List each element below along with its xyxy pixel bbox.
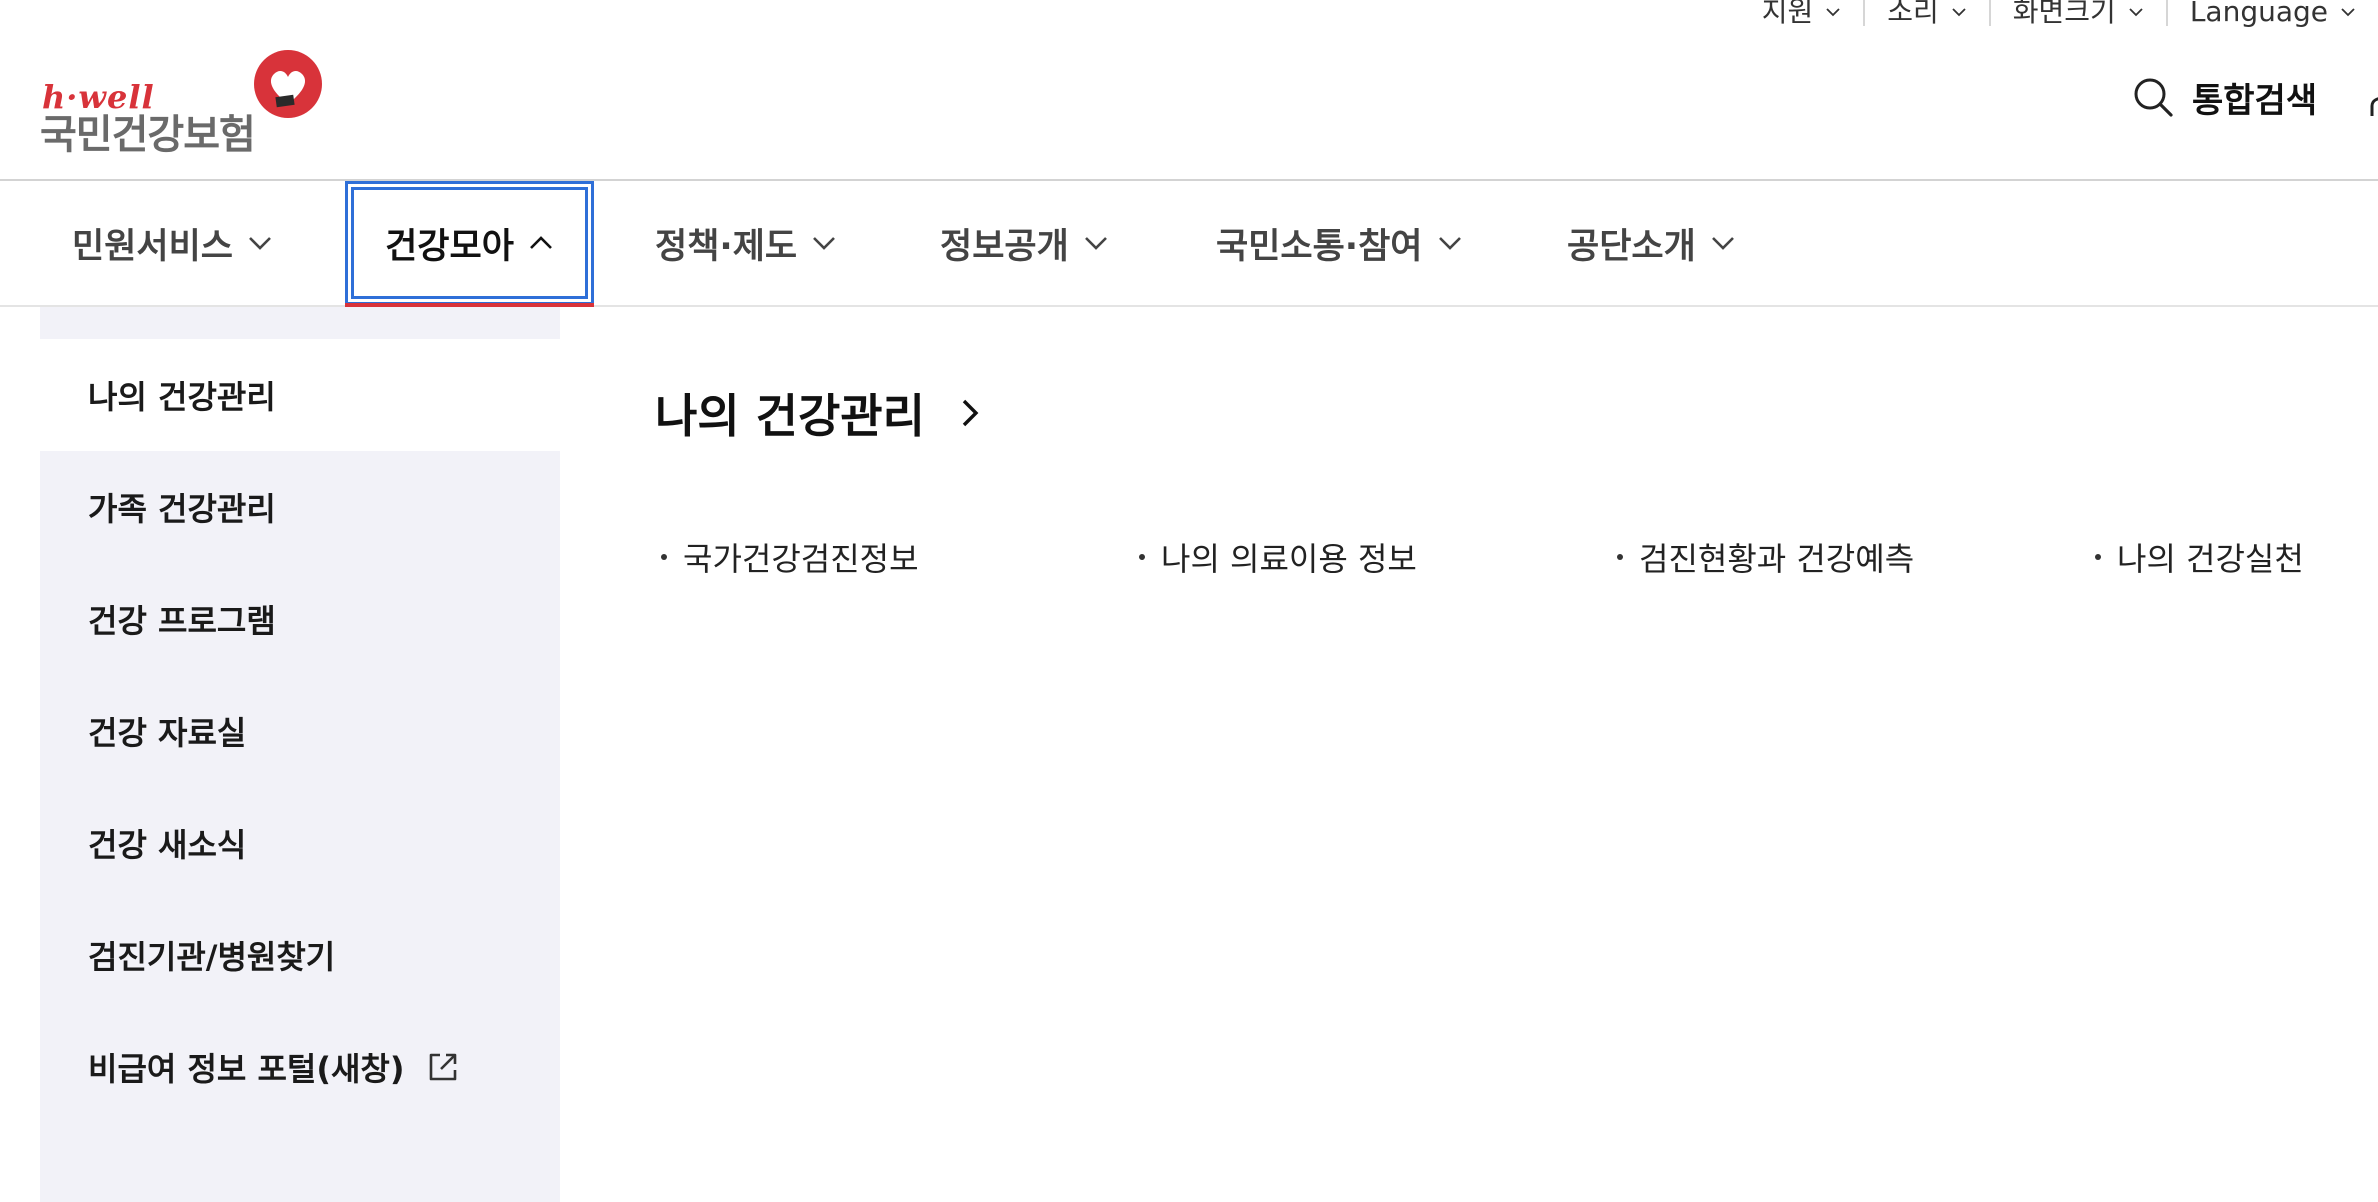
section-title-link[interactable]: 나의 건강관리 <box>655 380 985 446</box>
chevron-down-icon <box>813 237 836 250</box>
submenu-item-label: 비급여 정보 포털(새창) <box>88 1050 405 1088</box>
language-menu[interactable]: Language <box>2165 0 2378 28</box>
search-label: 통합검색 <box>2192 80 2318 121</box>
submenu-item-label: 건강 자료실 <box>88 714 247 752</box>
chevron-down-icon <box>1711 237 1734 250</box>
quick-link-label: 국가건강검진정보 <box>683 540 919 578</box>
external-link-icon <box>429 1053 456 1081</box>
support-menu[interactable]: 지원 <box>1740 0 1864 26</box>
submenu-item-noncovered-portal[interactable]: 비급여 정보 포털(새창) <box>40 1011 560 1123</box>
quick-link-health-practice[interactable]: 나의 건강실천 <box>2089 534 2304 580</box>
bullet-icon <box>2095 554 2101 560</box>
heart-logo-icon <box>254 50 322 118</box>
global-navigation: 민원서비스 건강모아 정책·제도 정보공개 국민소통·참여 공단소개 <box>0 179 2378 307</box>
submenu-item-health-program[interactable]: 건강 프로그램 <box>40 563 560 675</box>
chevron-up-icon <box>529 236 552 249</box>
quick-link-label: 나의 건강실천 <box>2117 540 2304 578</box>
chevron-down-icon <box>2341 8 2355 17</box>
user-icon[interactable] <box>2366 82 2378 118</box>
gnb-item-health-moa[interactable]: 건강모아 <box>345 181 594 305</box>
submenu-item-label: 검진기관/병원찾기 <box>88 938 336 976</box>
site-logo[interactable]: h·well 국민건강보험 <box>40 48 330 158</box>
quick-link-national-checkup[interactable]: 국가건강검진정보 <box>655 534 919 580</box>
submenu-item-label: 건강 새소식 <box>88 826 247 864</box>
gnb-item-label: 국민소통·참여 <box>1216 226 1423 267</box>
chevron-down-icon <box>1952 8 1966 17</box>
quick-link-checkup-prediction[interactable]: 검진현황과 건강예측 <box>1611 534 1914 580</box>
bullet-icon <box>1139 554 1145 560</box>
gnb-item-label: 정책·제도 <box>655 226 798 267</box>
submenu-item-my-health[interactable]: 나의 건강관리 <box>40 339 560 451</box>
gnb-item-info-disclosure[interactable]: 정보공개 <box>940 181 1109 305</box>
screen-size-label: 화면크기 <box>2012 0 2116 28</box>
quick-link-medical-usage[interactable]: 나의 의료이용 정보 <box>1133 534 1417 580</box>
quick-link-label: 검진현황과 건강예측 <box>1639 540 1915 578</box>
submenu-item-health-library[interactable]: 건강 자료실 <box>40 675 560 787</box>
quick-link-list: 국가건강검진정보 나의 의료이용 정보 검진현황과 건강예측 나의 건강실천 <box>655 534 2375 584</box>
gnb-item-communication[interactable]: 국민소통·참여 <box>1216 181 1463 305</box>
quick-link-label: 나의 의료이용 정보 <box>1161 540 1417 578</box>
gnb-item-label: 건강모아 <box>385 226 514 267</box>
chevron-down-icon <box>1084 237 1107 250</box>
sound-menu[interactable]: 소리 <box>1863 0 1989 26</box>
submenu-item-label: 가족 건강관리 <box>88 490 276 528</box>
chevron-right-icon <box>962 399 979 427</box>
sound-label: 소리 <box>1887 0 1939 28</box>
submenu-item-label: 나의 건강관리 <box>88 378 276 416</box>
bullet-icon <box>1617 554 1623 560</box>
gnb-item-label: 민원서비스 <box>72 226 234 267</box>
submenu-panel: 나의 건강관리 가족 건강관리 건강 프로그램 건강 자료실 건강 새소식 검진… <box>40 307 560 1202</box>
support-label: 지원 <box>1761 0 1814 28</box>
gnb-item-civil-service[interactable]: 민원서비스 <box>72 181 273 305</box>
bullet-icon <box>661 554 667 560</box>
utility-bar: 지원 소리 화면크기 Language <box>1740 0 2378 30</box>
submenu-item-label: 건강 프로그램 <box>88 602 276 640</box>
language-label: Language <box>2189 0 2328 28</box>
chevron-down-icon <box>249 237 271 250</box>
submenu-item-find-hospital[interactable]: 검진기관/병원찾기 <box>40 899 560 1011</box>
integrated-search-button[interactable]: 통합검색 <box>2132 72 2317 122</box>
gnb-item-label: 공단소개 <box>1567 226 1696 267</box>
section-title: 나의 건강관리 <box>655 389 925 443</box>
chevron-down-icon <box>1438 237 1461 250</box>
search-icon <box>2134 78 2173 117</box>
gnb-item-policy[interactable]: 정책·제도 <box>655 181 837 305</box>
chevron-down-icon <box>2129 8 2143 17</box>
chevron-down-icon <box>1826 8 1840 17</box>
screen-size-menu[interactable]: 화면크기 <box>1988 0 2166 28</box>
logo-name: 국민건강보험 <box>40 112 256 158</box>
submenu-item-health-news[interactable]: 건강 새소식 <box>40 787 560 899</box>
gnb-item-about[interactable]: 공단소개 <box>1567 181 1736 305</box>
submenu-item-family-health[interactable]: 가족 건강관리 <box>40 451 560 563</box>
gnb-item-label: 정보공개 <box>940 226 1069 267</box>
